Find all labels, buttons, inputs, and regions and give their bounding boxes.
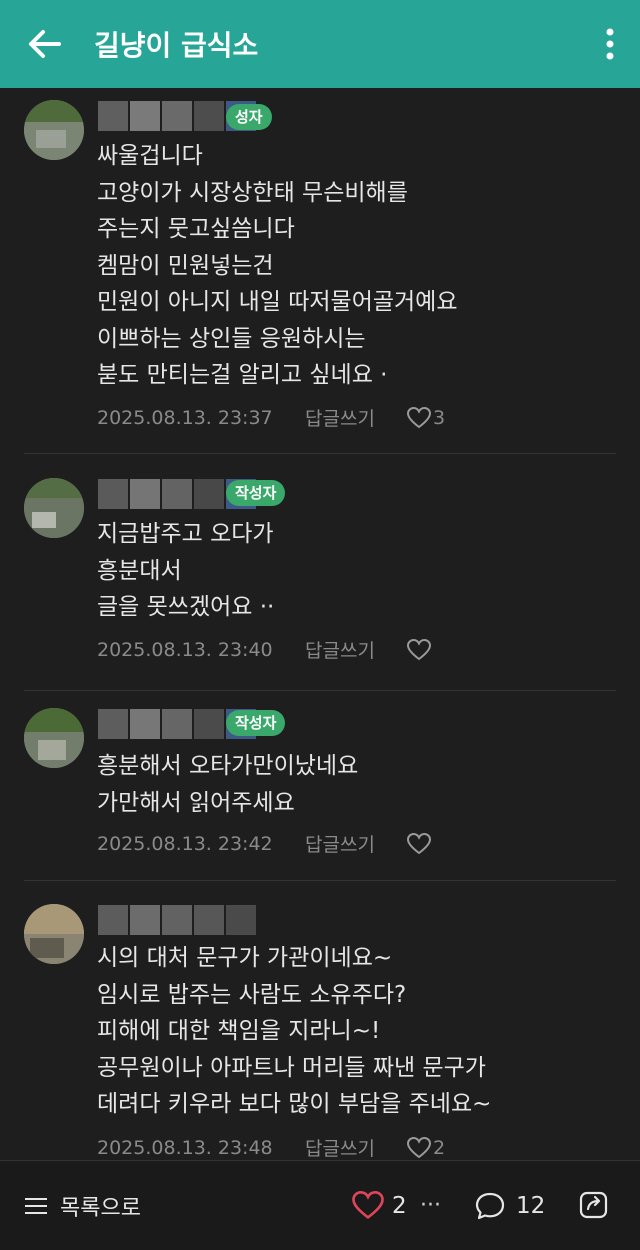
like-count: 3 (433, 406, 446, 429)
comment-body: 흥분해서 오타가만이났네요 가만해서 읽어주세요 (97, 748, 620, 821)
reply-button[interactable]: 답글쓰기 (305, 1134, 407, 1161)
share-button[interactable] (578, 1188, 610, 1224)
comment-body: 싸울겁니다 고양이가 시장상한태 무슨비해를 주는지 뭇고싶씀니다 켐맘이 민원… (97, 138, 620, 394)
comment-line: 지금밥주고 오다가 (97, 521, 274, 547)
comment-line: 피해에 대한 책임을 지라니~! (97, 1018, 381, 1044)
divider (24, 880, 616, 881)
comment-meta: 2025.08.13. 23:48 답글쓰기 2 (97, 1134, 445, 1161)
author-badge: 성자 (226, 104, 272, 130)
comment-meta: 2025.08.13. 23:40 답글쓰기 (97, 636, 433, 663)
more-button[interactable]: ··· (420, 1193, 441, 1218)
comment-line: 켐맘이 민원넣는건 (97, 252, 274, 279)
heart-outline-icon (407, 832, 431, 854)
like-button[interactable] (407, 638, 433, 661)
avatar[interactable] (24, 708, 84, 768)
comment-date: 2025.08.13. 23:37 (97, 406, 273, 429)
back-to-list-label: 목록으로 (60, 1195, 141, 1221)
comment-line: 이쁘하는 상인들 응원하시는 (97, 325, 366, 352)
comment-body: 시의 대처 문구가 가관이네요~ 임시로 밥주는 사람도 소유주다? 피해에 대… (97, 940, 620, 1123)
comment-line: 데려다 키우라 보다 많이 부담을 주네요~ (97, 1091, 492, 1117)
bottom-action-bar: 목록으로 2 ··· 12 (0, 1160, 640, 1250)
comment-line: 흥분대서 (97, 557, 182, 584)
back-button[interactable] (0, 0, 88, 88)
avatar[interactable] (24, 478, 84, 538)
comment-line: 글을 못쓰겠어요 ·· (97, 594, 275, 620)
back-to-list-button[interactable]: 목록으로 (24, 1190, 141, 1222)
comment-date: 2025.08.13. 23:40 (97, 638, 273, 661)
comment-line: 시의 대처 문구가 가관이네요~ (97, 945, 393, 971)
comment-line: 흥분해서 오타가만이났네요 (97, 753, 359, 779)
avatar[interactable] (24, 100, 84, 160)
list-icon (25, 1197, 47, 1214)
divider (24, 453, 616, 454)
comment-line: 가만해서 읽어주세요 (97, 789, 295, 816)
share-icon (579, 1191, 608, 1218)
page-title: 길냥이 급식소 (94, 29, 259, 62)
speech-bubble-icon (475, 1192, 505, 1219)
app-header: 길냥이 급식소 (0, 0, 640, 88)
comment-line: 고양이가 시장상한태 무슨비해를 (97, 179, 408, 206)
comment-body: 지금밥주고 오다가 흥분대서 글을 못쓰겠어요 ·· (97, 516, 620, 626)
comment-line: 싸울겁니다 (97, 143, 203, 169)
comment-line: 주는지 뭇고싶씀니다 (97, 216, 295, 242)
vertical-dots-icon (606, 28, 614, 60)
author-name-blurred[interactable] (98, 902, 258, 938)
reply-button[interactable]: 답글쓰기 (305, 830, 407, 857)
comment-line: 붇도 만티는걸 알리고 싶네요 · (97, 362, 388, 388)
comment-count-button[interactable]: 12 (474, 1191, 545, 1221)
comment-meta: 2025.08.13. 23:42 답글쓰기 (97, 830, 433, 857)
avatar[interactable] (24, 904, 84, 964)
reply-button[interactable]: 답글쓰기 (305, 404, 407, 431)
post-like-count: 2 (392, 1192, 407, 1219)
comment-meta: 2025.08.13. 23:37 답글쓰기 3 (97, 404, 445, 431)
arrow-left-icon (29, 30, 61, 58)
comment-date: 2025.08.13. 23:42 (97, 832, 273, 855)
like-button[interactable] (407, 832, 433, 855)
comment-count: 12 (516, 1192, 546, 1219)
comment-date: 2025.08.13. 23:48 (97, 1136, 273, 1159)
like-button[interactable]: 2 (407, 1136, 446, 1159)
like-count: 2 (433, 1136, 446, 1159)
like-button[interactable]: 3 (407, 406, 446, 429)
comment-line: 공무원이나 아파트나 머리들 짜낸 문구가 (97, 1054, 486, 1081)
comment-line: 민원이 아니지 내일 따저물어골거예요 (97, 289, 458, 315)
author-badge: 작성자 (226, 480, 286, 506)
reply-button[interactable]: 답글쓰기 (305, 636, 407, 663)
heart-outline-icon (407, 1136, 431, 1158)
heart-outline-icon (407, 406, 431, 428)
heart-outline-icon (407, 638, 431, 660)
author-badge: 작성자 (226, 710, 286, 736)
post-like-button[interactable]: 2 (352, 1191, 407, 1220)
comment-line: 임시로 밥주는 사람도 소유주다? (97, 981, 407, 1008)
more-menu-button[interactable] (580, 0, 640, 88)
divider (24, 690, 616, 691)
heart-outline-icon (352, 1191, 384, 1220)
